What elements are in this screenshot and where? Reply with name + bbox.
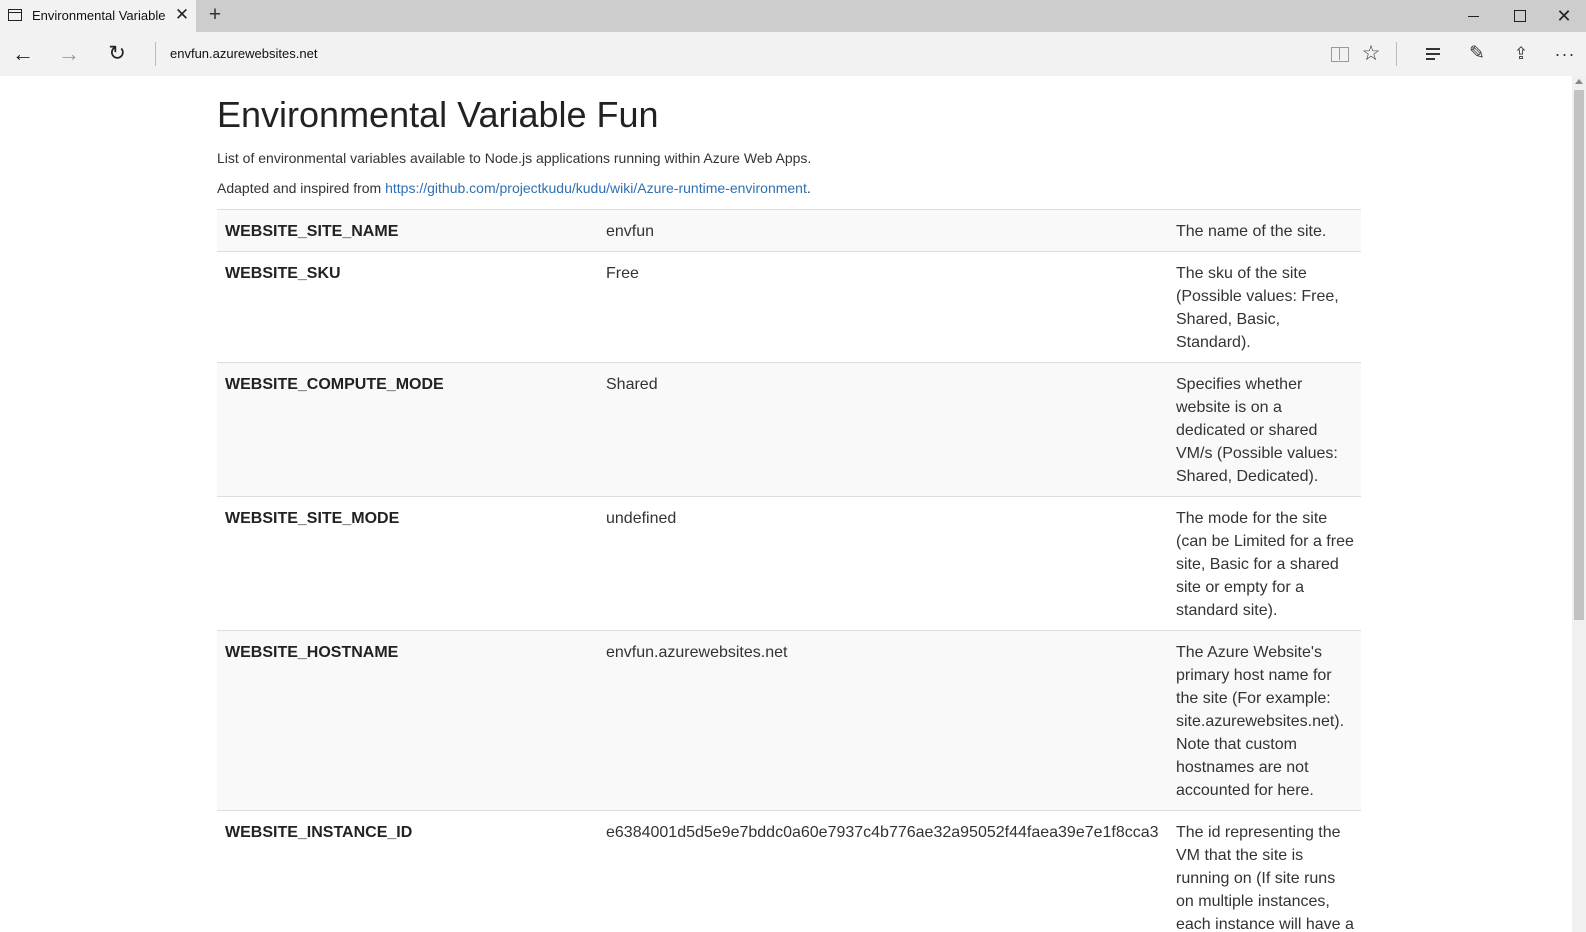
tab-bar: Environmental Variable ✕ + ✕ (0, 0, 1586, 32)
var-name: WEBSITE_SKU (217, 251, 598, 363)
scrollbar-thumb[interactable] (1574, 90, 1584, 620)
scroll-up-arrow-icon[interactable] (1575, 79, 1583, 84)
var-value: envfun.azurewebsites.net (598, 630, 1168, 811)
var-name: WEBSITE_INSTANCE_ID (217, 810, 598, 932)
window-close-button[interactable]: ✕ (1542, 0, 1586, 32)
var-value: Free (598, 251, 1168, 363)
table-row: WEBSITE_COMPUTE_MODE Shared Specifies wh… (217, 362, 1361, 497)
hub-icon[interactable] (1418, 39, 1448, 69)
var-description: The sku of the site (Possible values: Fr… (1168, 251, 1361, 363)
forward-arrow-icon[interactable]: → (54, 39, 84, 69)
vertical-scrollbar[interactable] (1572, 76, 1586, 932)
address-separator (155, 42, 156, 66)
star-icon[interactable]: ☆ (1356, 39, 1386, 69)
address-bar[interactable]: envfun.azurewebsites.net (170, 46, 317, 61)
table-row: WEBSITE_HOSTNAME envfun.azurewebsites.ne… (217, 630, 1361, 811)
var-value: undefined (598, 496, 1168, 631)
close-icon[interactable]: ✕ (174, 6, 190, 23)
new-tab-button[interactable]: + (204, 4, 226, 26)
var-description: The mode for the site (can be Limited fo… (1168, 496, 1361, 631)
share-icon[interactable]: ⇪ (1506, 39, 1536, 69)
browser-tab[interactable]: Environmental Variable ✕ (0, 0, 196, 32)
web-note-icon[interactable]: ✎ (1462, 39, 1492, 69)
maximize-button[interactable] (1496, 0, 1542, 32)
refresh-icon[interactable]: ↻ (102, 39, 132, 69)
var-description: The Azure Website's primary host name fo… (1168, 630, 1361, 811)
var-name: WEBSITE_SITE_MODE (217, 496, 598, 631)
var-description: The id representing the VM that the site… (1168, 810, 1361, 932)
address-toolbar: ← → ↻ envfun.azurewebsites.net ☆ ✎ ⇪ ··· (0, 32, 1586, 76)
tab-title: Environmental Variable (32, 8, 166, 23)
table-row: WEBSITE_SITE_MODE undefined The mode for… (217, 496, 1361, 631)
var-name: WEBSITE_SITE_NAME (217, 209, 598, 252)
attribution-link[interactable]: https://github.com/projectkudu/kudu/wiki… (385, 180, 807, 196)
page-intro: List of environmental variables availabl… (217, 150, 812, 166)
var-name: WEBSITE_COMPUTE_MODE (217, 362, 598, 497)
attribution-prefix: Adapted and inspired from (217, 180, 386, 196)
back-arrow-icon[interactable]: ← (8, 39, 38, 69)
var-value: e6384001d5d5e9e7bddc0a60e7937c4b776ae32a… (598, 810, 1168, 932)
var-description: The name of the site. (1168, 209, 1361, 252)
var-value: Shared (598, 362, 1168, 497)
page-viewport: Environmental Variable Fun List of envir… (0, 76, 1572, 932)
toolbar-separator (1396, 42, 1397, 66)
table-row: WEBSITE_SKU Free The sku of the site (Po… (217, 251, 1361, 363)
var-name: WEBSITE_HOSTNAME (217, 630, 598, 811)
page-icon (8, 9, 22, 21)
env-var-table: WEBSITE_SITE_NAME envfun The name of the… (217, 209, 1361, 932)
page-container: Environmental Variable Fun List of envir… (217, 76, 1361, 932)
table-row: WEBSITE_SITE_NAME envfun The name of the… (217, 209, 1361, 252)
minimize-button[interactable] (1450, 0, 1496, 32)
var-value: envfun (598, 209, 1168, 252)
attribution-suffix: . (806, 180, 811, 196)
table-row: WEBSITE_INSTANCE_ID e6384001d5d5e9e7bddc… (217, 810, 1361, 932)
reading-view-icon[interactable] (1324, 39, 1354, 69)
page-attribution: Adapted and inspired from https://github… (217, 178, 1361, 198)
var-description: Specifies whether website is on a dedica… (1168, 362, 1361, 497)
more-icon[interactable]: ··· (1550, 39, 1580, 69)
page-title: Environmental Variable Fun (217, 94, 659, 135)
